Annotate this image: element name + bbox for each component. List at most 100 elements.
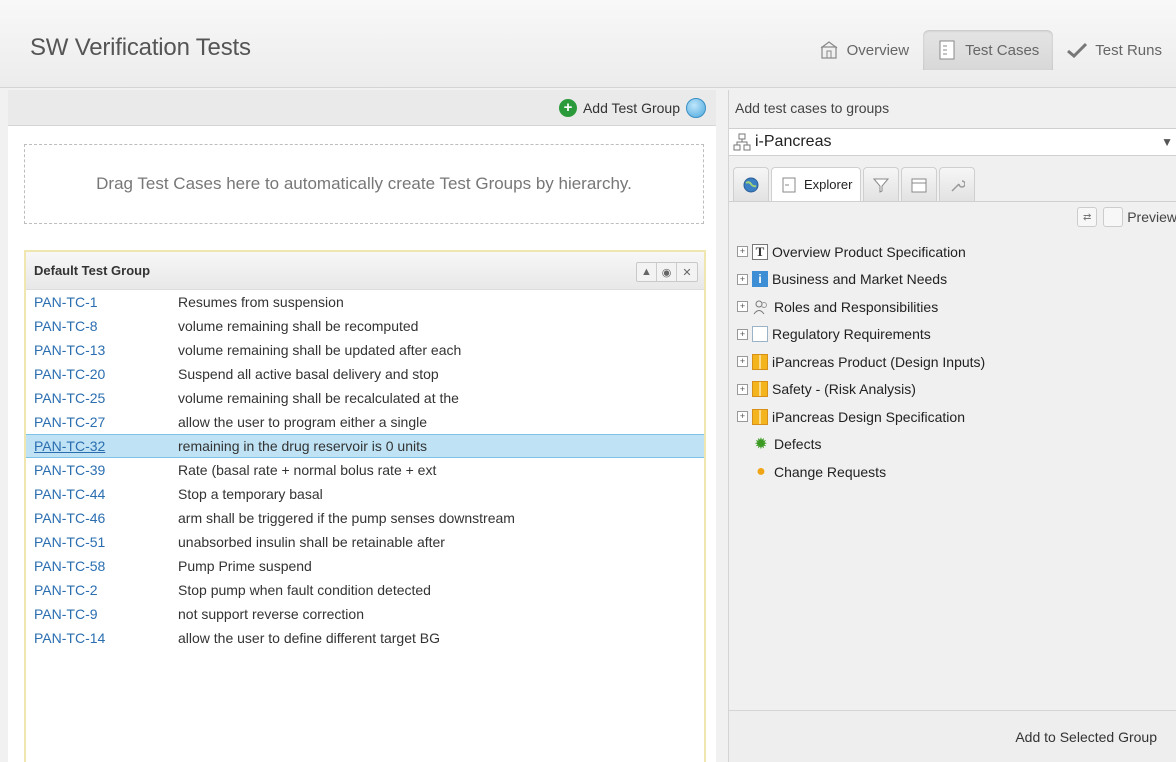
table-row[interactable]: PAN-TC-51 unabsorbed insulin shall be ret…	[26, 530, 704, 554]
table-row[interactable]: PAN-TC-2 Stop pump when fault condition d…	[26, 578, 704, 602]
table-row[interactable]: PAN-TC-25 volume remaining shall be recal…	[26, 386, 704, 410]
document-icon	[780, 176, 798, 194]
table-row[interactable]: PAN-TC-39 Rate (basal rate + normal bolus…	[26, 458, 704, 482]
test-case-id[interactable]: PAN-TC-13	[26, 342, 178, 358]
group-dropzone[interactable]: Drag Test Cases here to automatically cr…	[24, 144, 704, 224]
table-row[interactable]: PAN-TC-27 allow the user to program eithe…	[26, 410, 704, 434]
test-case-name: allow the user to define different targe…	[178, 630, 441, 646]
expand-icon[interactable]: +	[737, 356, 748, 368]
test-case-id[interactable]: PAN-TC-25	[26, 390, 178, 406]
table-row[interactable]: PAN-TC-44 Stop a temporary basal	[26, 482, 704, 506]
table-row[interactable]: PAN-TC-58 Pump Prime suspend	[26, 554, 704, 578]
document-icon	[937, 40, 957, 60]
expand-icon[interactable]: +	[737, 273, 748, 285]
test-case-id[interactable]: PAN-TC-46	[26, 510, 178, 526]
tree-node[interactable]: ● Change Requests	[729, 458, 1176, 486]
settings-icon[interactable]: ◉	[657, 263, 677, 281]
tab-overview[interactable]: Overview	[805, 30, 924, 70]
test-case-name: volume remaining shall be recalculated a…	[178, 390, 459, 406]
test-case-name: Stop a temporary basal	[178, 486, 323, 502]
test-case-name: Pump Prime suspend	[178, 558, 312, 574]
test-case-id[interactable]: PAN-TC-2	[26, 582, 178, 598]
test-case-id[interactable]: PAN-TC-9	[26, 606, 178, 622]
tree-node[interactable]: + T Overview Product Specification	[729, 238, 1176, 266]
bug-icon: ✹	[754, 436, 768, 454]
expand-icon[interactable]: +	[737, 246, 748, 258]
calendar-icon	[910, 176, 928, 194]
test-case-id[interactable]: PAN-TC-8	[26, 318, 178, 334]
tab-overview-label: Overview	[846, 41, 910, 59]
test-case-id[interactable]: PAN-TC-1	[26, 294, 178, 310]
right-footer: Add to Selected Group	[729, 710, 1176, 762]
expand-icon[interactable]: +	[737, 383, 748, 395]
preview-label: Preview	[1127, 209, 1176, 225]
tree-node-label: Regulatory Requirements	[772, 326, 931, 343]
tree-node[interactable]: + iPancreas Design Specification	[729, 403, 1176, 431]
test-case-name: volume remaining shall be updated after …	[178, 342, 462, 358]
expand-icon[interactable]: +	[737, 301, 748, 313]
move-up-icon[interactable]: ▲	[637, 263, 657, 281]
info-icon: i	[752, 271, 768, 288]
test-case-name: Resumes from suspension	[178, 294, 344, 310]
tree-node-label: Overview Product Specification	[772, 243, 966, 260]
test-case-id[interactable]: PAN-TC-27	[26, 414, 178, 430]
preview-button[interactable]: Preview	[1103, 207, 1176, 227]
tree-node[interactable]: + Safety - (Risk Analysis)	[729, 376, 1176, 404]
test-case-id[interactable]: PAN-TC-44	[26, 486, 178, 502]
table-row[interactable]: PAN-TC-8 volume remaining shall be recomp…	[26, 314, 704, 338]
group-header: Default Test Group ▲ ◉ ✕	[26, 252, 704, 290]
test-case-id[interactable]: PAN-TC-14	[26, 630, 178, 646]
test-case-name: arm shall be triggered if the pump sense…	[178, 510, 515, 526]
tab-explorer[interactable]: Explorer	[771, 167, 862, 201]
test-case-name: unabsorbed insulin shall be retainable a…	[178, 534, 445, 550]
project-select[interactable]: i-Pancreas ▼	[729, 128, 1176, 156]
tab-test-runs[interactable]: Test Runs	[1053, 30, 1176, 70]
tab-tools[interactable]	[939, 167, 976, 201]
tab-calendar[interactable]	[901, 167, 938, 201]
chevron-down-icon: ▼	[1161, 135, 1173, 149]
tab-globe[interactable]	[733, 167, 769, 201]
tab-test-runs-label: Test Runs	[1095, 41, 1162, 59]
table-row[interactable]: PAN-TC-13 volume remaining shall be updat…	[26, 338, 704, 362]
home-icon	[819, 40, 839, 60]
test-case-id[interactable]: PAN-TC-58	[26, 558, 178, 574]
test-case-list: PAN-TC-1 Resumes from suspension PAN-TC-8…	[26, 290, 704, 650]
wrench-icon	[948, 176, 966, 194]
globe-icon	[742, 176, 760, 194]
tree-node[interactable]: + Roles and Responsibilities	[729, 293, 1176, 321]
table-row[interactable]: PAN-TC-14 allow the user to define differ…	[26, 626, 704, 650]
test-case-name: Rate (basal rate + normal bolus rate + e…	[178, 462, 437, 478]
test-case-id[interactable]: PAN-TC-39	[26, 462, 178, 478]
tree-node-label: Defects	[774, 436, 822, 453]
tab-test-cases[interactable]: Test Cases	[923, 30, 1054, 70]
tree-node[interactable]: ✹ Defects	[729, 431, 1176, 459]
tree-node[interactable]: + Regulatory Requirements	[729, 321, 1176, 349]
expand-icon[interactable]: +	[737, 328, 748, 340]
tree-node-label: Roles and Responsibilities	[774, 298, 939, 315]
grid-folder-icon	[752, 353, 768, 370]
table-row[interactable]: PAN-TC-20 Suspend all active basal delive…	[26, 362, 704, 386]
expand-icon[interactable]: +	[737, 411, 748, 423]
add-test-group-button[interactable]: + Add Test Group	[558, 98, 680, 117]
test-case-id[interactable]: PAN-TC-51	[26, 534, 178, 550]
help-icon[interactable]	[686, 97, 706, 118]
test-case-name: Stop pump when fault condition detected	[178, 582, 431, 598]
sync-icon[interactable]: ⇄	[1077, 207, 1098, 227]
table-row[interactable]: PAN-TC-46 arm shall be triggered if the p…	[26, 506, 704, 530]
test-case-id[interactable]: PAN-TC-20	[26, 366, 178, 382]
test-case-name: Suspend all active basal delivery and st…	[178, 366, 439, 382]
table-row[interactable]: PAN-TC-9 not support reverse correction	[26, 602, 704, 626]
test-case-id[interactable]: PAN-TC-32	[26, 438, 178, 454]
add-to-selected-group-button[interactable]: Add to Selected Group	[1015, 729, 1157, 745]
tree-node[interactable]: + i Business and Market Needs	[729, 266, 1176, 294]
close-icon[interactable]: ✕	[677, 263, 697, 281]
filter-icon	[872, 176, 890, 194]
tree-node[interactable]: + iPancreas Product (Design Inputs)	[729, 348, 1176, 376]
table-row[interactable]: PAN-TC-1 Resumes from suspension	[26, 290, 704, 314]
project-name: i-Pancreas	[755, 133, 832, 150]
table-row-selected[interactable]: PAN-TC-32 remaining in the drug reservoir…	[26, 434, 704, 458]
hierarchy-icon	[733, 133, 751, 151]
test-case-name: allow the user to program either a singl…	[178, 414, 428, 430]
tab-filter[interactable]	[863, 167, 900, 201]
left-toolbar: + Add Test Group	[8, 90, 716, 126]
